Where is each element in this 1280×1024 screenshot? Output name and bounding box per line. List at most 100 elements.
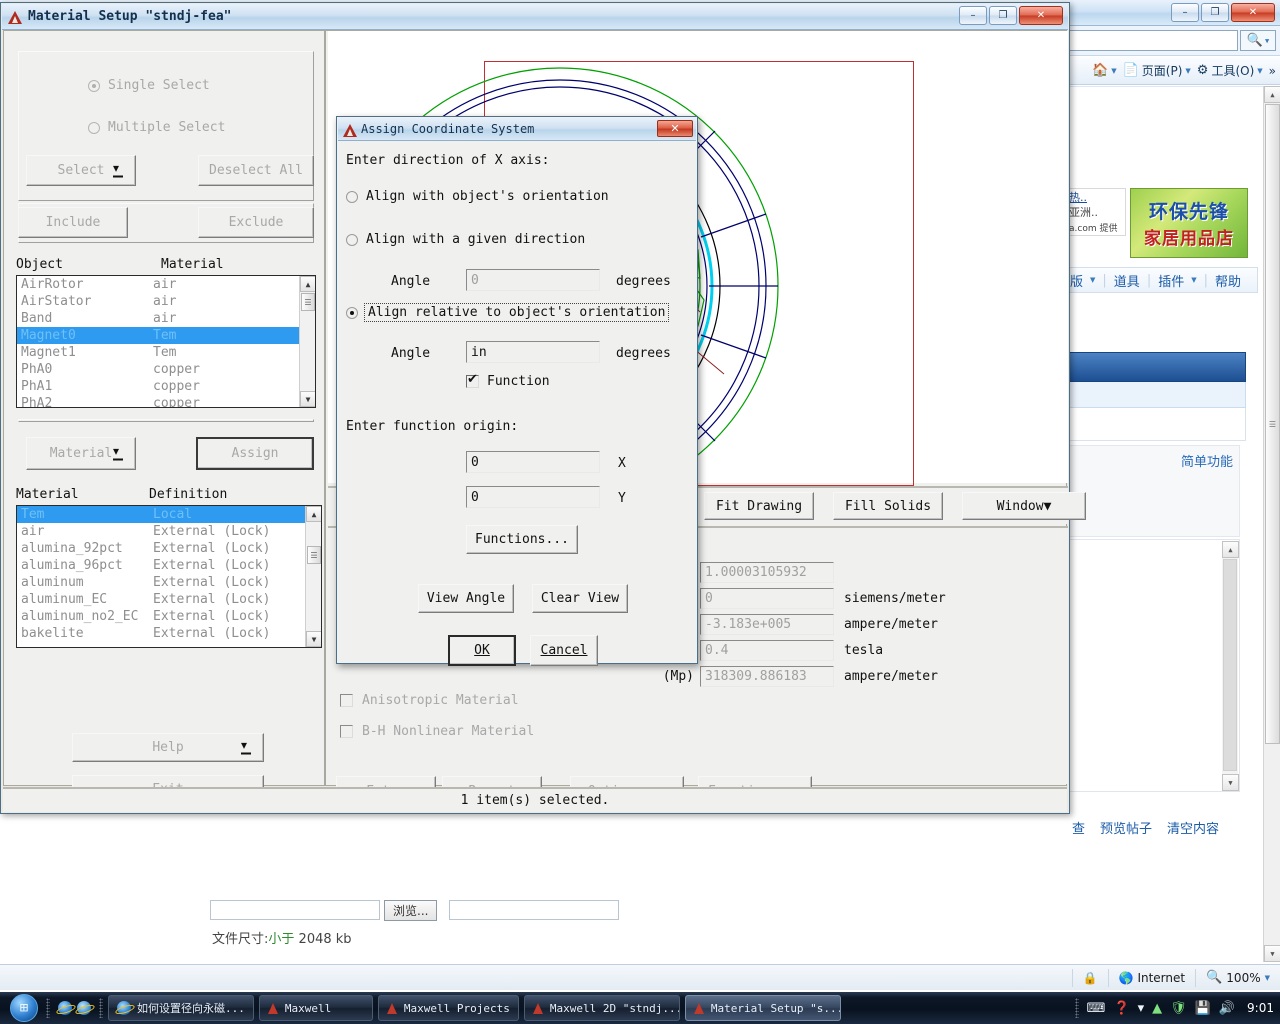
- table-row-selected[interactable]: Tem Local: [17, 506, 305, 523]
- browse-button[interactable]: 浏览...: [384, 899, 438, 921]
- window-dropdown-button[interactable]: Window ▼: [962, 492, 1086, 520]
- ok-button[interactable]: OK: [448, 635, 516, 666]
- scroll-thumb[interactable]: ☰: [1265, 104, 1280, 744]
- single-select-option[interactable]: Single Select: [88, 78, 210, 93]
- taskbar-item-maxwell[interactable]: Maxwell: [258, 995, 373, 1021]
- forum-nav-item-3[interactable]: 帮助: [1215, 271, 1241, 290]
- chevron-down-icon[interactable]: ▼: [1265, 974, 1270, 982]
- ms-close-button[interactable]: ✕: [1019, 6, 1063, 25]
- editor-title-field[interactable]: [1068, 408, 1246, 441]
- editor-clear-link[interactable]: 清空内容: [1167, 818, 1219, 837]
- command-tools-button[interactable]: ⚙ 工具(O) ▼: [1197, 62, 1263, 79]
- ms-maximize-button[interactable]: ❐: [989, 6, 1017, 25]
- table-row[interactable]: aluminum External (Lock): [17, 574, 305, 591]
- table-row[interactable]: air External (Lock): [17, 523, 305, 540]
- select-button[interactable]: Select ▼: [26, 155, 136, 186]
- taskbar-item-maxwell-2d[interactable]: Maxwell 2D "stndj...: [523, 995, 680, 1021]
- function-checkbox[interactable]: Function: [466, 372, 550, 389]
- table-row[interactable]: AirRotor air: [17, 276, 299, 293]
- table-row[interactable]: aluminum_EC External (Lock): [17, 591, 305, 608]
- tray-grip[interactable]: [1074, 998, 1079, 1018]
- volume-icon[interactable]: 🔊: [1219, 1001, 1235, 1016]
- table-row[interactable]: PhA0 copper: [17, 361, 299, 378]
- taskbar-item-maxwell-projects[interactable]: Maxwell Projects: [377, 995, 519, 1021]
- browser-maximize-button[interactable]: ❐: [1201, 3, 1229, 22]
- ms-minimize-button[interactable]: –: [959, 6, 987, 25]
- property-value-br[interactable]: 0.4: [700, 640, 834, 661]
- scroll-down-icon[interactable]: ▼: [1222, 774, 1239, 791]
- forum-nav-item-2[interactable]: 插件: [1158, 271, 1184, 290]
- table-row[interactable]: Band air: [17, 310, 299, 327]
- property-value-mp[interactable]: 318309.886183: [700, 666, 834, 687]
- table-row[interactable]: AirStator air: [17, 293, 299, 310]
- scroll-thumb[interactable]: ☰: [301, 293, 315, 311]
- material-dropdown-button[interactable]: Material ▼: [26, 437, 136, 470]
- cancel-button[interactable]: Cancel: [530, 635, 598, 666]
- command-page-button[interactable]: 📄 页面(P) ▼: [1123, 62, 1191, 79]
- scroll-up-icon[interactable]: ▲: [306, 506, 321, 522]
- align-relative-orientation-option[interactable]: Align relative to object's orientation: [346, 303, 670, 322]
- table-row[interactable]: bakelite External (Lock): [17, 625, 305, 642]
- scroll-up-icon[interactable]: ▲: [1222, 541, 1239, 558]
- ie-icon[interactable]: [58, 1001, 72, 1015]
- property-value-hc[interactable]: -3.183e+005: [700, 614, 834, 635]
- fill-solids-button[interactable]: Fill Solids: [833, 492, 943, 520]
- deselect-all-button[interactable]: Deselect All: [198, 155, 314, 186]
- browser-close-button[interactable]: ✕: [1231, 3, 1275, 22]
- network-icon[interactable]: ▲: [1152, 1001, 1162, 1016]
- editor-check-link[interactable]: 查: [1072, 818, 1085, 837]
- material-listbox[interactable]: Tem Local air External (Lock) alumina_92…: [16, 505, 322, 648]
- help-button[interactable]: Help ▼: [72, 733, 264, 762]
- align-given-direction-option[interactable]: Align with a given direction: [346, 232, 585, 247]
- clear-view-button[interactable]: Clear View: [532, 584, 628, 613]
- scroll-down-icon[interactable]: ▼: [300, 391, 315, 407]
- object-list-scrollbar[interactable]: ▲ ☰ ▼: [299, 276, 315, 407]
- simple-function-link[interactable]: 简单功能: [1181, 451, 1233, 470]
- taskbar-grip-2[interactable]: [99, 998, 103, 1018]
- material-list-scrollbar[interactable]: ▲ ☰ ▼: [305, 506, 321, 647]
- table-row[interactable]: alumina_96pct External (Lock): [17, 557, 305, 574]
- command-home-icon[interactable]: 🏠 ▼: [1092, 63, 1117, 78]
- ad-link-1[interactable]: 热..: [1069, 191, 1087, 204]
- origin-y-input[interactable]: 0: [466, 486, 600, 508]
- fit-drawing-button[interactable]: Fit Drawing: [704, 492, 814, 520]
- forum-nav-item-1[interactable]: 道具: [1114, 271, 1140, 290]
- angle1-input[interactable]: 0: [466, 269, 600, 291]
- origin-x-input[interactable]: 0: [466, 451, 600, 473]
- scroll-thumb[interactable]: [1223, 559, 1237, 771]
- scroll-up-icon[interactable]: ▲: [1264, 86, 1280, 103]
- command-overflow-button[interactable]: »: [1269, 64, 1276, 78]
- property-value-conductivity[interactable]: 0: [700, 588, 834, 609]
- table-row[interactable]: alumina_92pct External (Lock): [17, 540, 305, 557]
- view-angle-button[interactable]: View Angle: [418, 584, 514, 613]
- align-object-orientation-option[interactable]: Align with object's orientation: [346, 189, 609, 204]
- scroll-down-icon[interactable]: ▼: [1264, 945, 1280, 962]
- keyboard-icon[interactable]: ⌨: [1087, 1001, 1106, 1016]
- upload-desc-input[interactable]: [449, 900, 620, 920]
- update-icon[interactable]: 💾: [1195, 1001, 1211, 1016]
- table-row[interactable]: aluminum_no2_EC External (Lock): [17, 608, 305, 625]
- taskbar-item-material-setup[interactable]: Material Setup "s...: [684, 995, 841, 1021]
- exclude-button[interactable]: Exclude: [198, 207, 314, 238]
- bh-nonlinear-material-checkbox[interactable]: B-H Nonlinear Material: [340, 724, 534, 739]
- help-icon[interactable]: ❓: [1113, 1001, 1129, 1016]
- anisotropic-material-checkbox[interactable]: Anisotropic Material: [340, 693, 519, 708]
- editor-textarea[interactable]: ▲ ▼: [1068, 539, 1240, 792]
- taskbar-item-browser[interactable]: 如何设置径向永磁...: [108, 995, 254, 1021]
- table-row[interactable]: PhA1 copper: [17, 378, 299, 395]
- editor-preview-link[interactable]: 预览帖子: [1100, 818, 1152, 837]
- browser-address-input[interactable]: [1066, 30, 1238, 51]
- browser-minimize-button[interactable]: –: [1171, 3, 1199, 22]
- browser-search-button[interactable]: 🔍 ▼: [1240, 30, 1276, 51]
- shield-icon[interactable]: 🛡: [1170, 1001, 1187, 1016]
- table-row[interactable]: PhA2 copper: [17, 395, 299, 407]
- taskbar-clock[interactable]: 9:01: [1243, 1001, 1274, 1015]
- desktop-icon[interactable]: [77, 1001, 91, 1015]
- include-button[interactable]: Include: [18, 207, 128, 238]
- angle2-input[interactable]: in: [466, 341, 600, 363]
- table-row-selected[interactable]: Magnet0 Tem: [17, 327, 299, 344]
- upload-path-input[interactable]: [210, 900, 380, 920]
- assign-button[interactable]: Assign: [196, 437, 314, 470]
- object-listbox[interactable]: AirRotor air AirStator air Band air Magn…: [16, 275, 316, 408]
- table-row[interactable]: Magnet1 Tem: [17, 344, 299, 361]
